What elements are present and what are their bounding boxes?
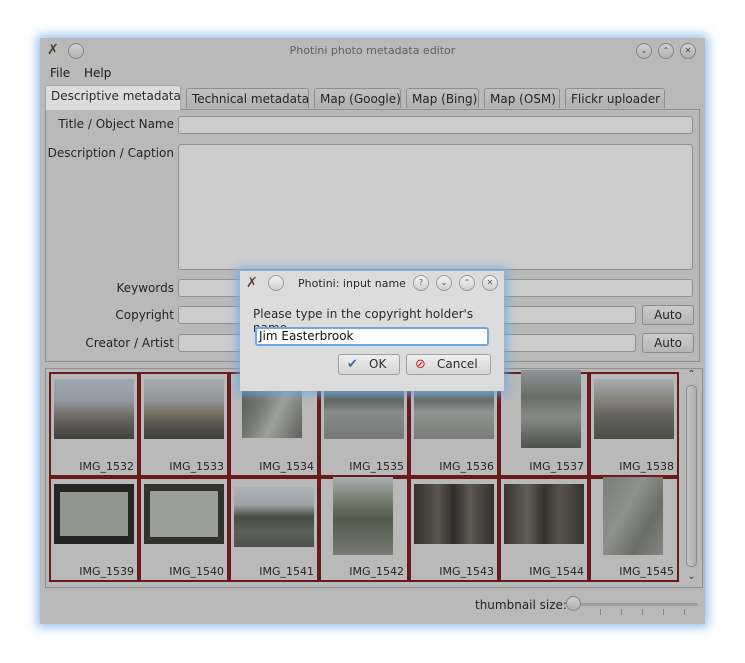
app-logo-icon: ✗ (246, 275, 258, 291)
cancel-icon: ⊘ (415, 357, 426, 372)
ok-button[interactable]: ✔ OK (338, 354, 400, 375)
dialog-title: Photini: input name (298, 277, 406, 290)
input-name-dialog: ✗ Photini: input name ? ⌄ ⌃ ✕ Please typ… (240, 271, 504, 391)
name-input[interactable]: Jim Easterbrook (255, 327, 489, 346)
tab-descriptive-metadata[interactable]: Descriptive metadata (45, 85, 181, 110)
window-menu-icon[interactable] (268, 275, 284, 291)
help-icon[interactable]: ? (413, 275, 429, 291)
minimize-icon[interactable]: ⌄ (436, 275, 452, 291)
cancel-button[interactable]: ⊘ Cancel (406, 354, 491, 375)
check-icon: ✔ (347, 357, 358, 372)
maximize-icon[interactable]: ⌃ (459, 275, 475, 291)
cancel-label: Cancel (437, 357, 478, 371)
ok-label: OK (369, 357, 387, 371)
close-icon[interactable]: ✕ (482, 275, 498, 291)
